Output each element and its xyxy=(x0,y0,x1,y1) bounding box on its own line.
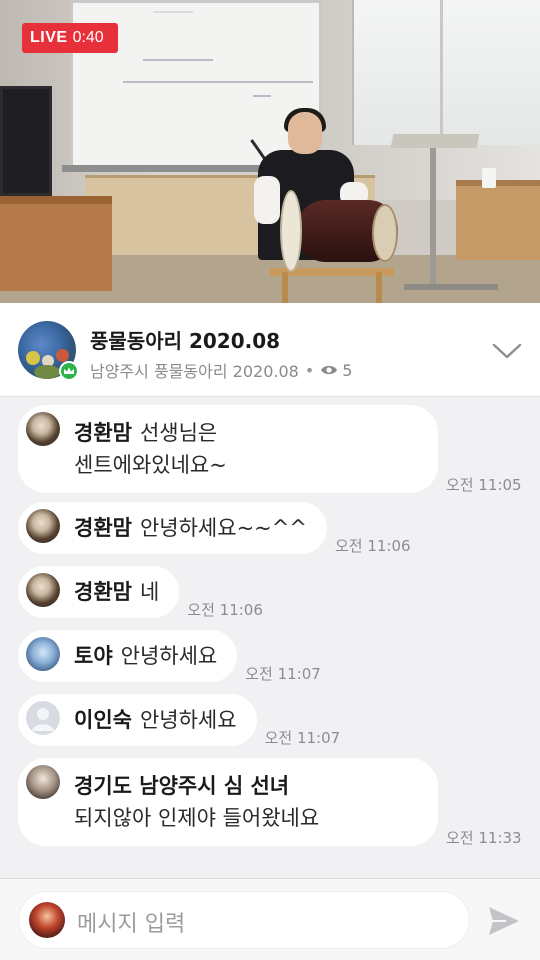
room-subtitle-row: 남양주시 풍물동아리 2020.08 • 5 xyxy=(90,358,352,382)
live-elapsed-time: 0:40 xyxy=(72,29,104,46)
room-title: 풍물동아리 2020.08 xyxy=(90,329,281,353)
chevron-down-icon[interactable] xyxy=(492,341,522,361)
message-time: 오전 11:07 xyxy=(245,665,321,683)
subtitle-separator: • xyxy=(304,360,315,380)
video-cup xyxy=(482,168,496,188)
message-time: 오전 11:06 xyxy=(187,601,263,619)
message-time: 오전 11:33 xyxy=(446,829,522,847)
message-text: 안녕하세요 xyxy=(120,644,218,668)
message-bubble[interactable]: 경환맘 안녕하세요~~^^ xyxy=(18,502,327,554)
message-bubble[interactable]: 경환맘 선생님은 센트에와있네요~ xyxy=(18,405,438,493)
video-lectern xyxy=(390,134,480,148)
message-time: 오전 11:07 xyxy=(264,729,341,747)
message-sender: 이인숙 xyxy=(74,708,132,732)
message-text: 안녕하세요 xyxy=(139,708,237,732)
chat-message[interactable]: 경환맘 선생님은 센트에와있네요~ 오전 11:05 xyxy=(18,405,522,494)
video-tv xyxy=(0,86,52,196)
user-avatar[interactable] xyxy=(26,412,60,446)
room-subtitle: 남양주시 풍물동아리 2020.08 xyxy=(90,362,299,381)
chat-message[interactable]: 경환맘 네 오전 11:06 xyxy=(18,566,263,619)
live-video[interactable]: LIVE 0:40 xyxy=(0,0,540,303)
live-badge: LIVE 0:40 xyxy=(22,23,118,53)
chat-message[interactable]: 이인숙 안녕하세요 오전 11:07 xyxy=(18,694,341,747)
message-text: 네 xyxy=(139,580,160,604)
message-bubble[interactable]: 경기도 남양주시 심 선녀 되지않아 인제야 들어왔네요 xyxy=(18,758,438,846)
message-input-placeholder[interactable]: 메시지 입력 xyxy=(77,906,185,938)
eye-icon xyxy=(320,363,338,377)
message-sender: 경환맘 xyxy=(74,421,132,445)
message-input[interactable]: 메시지 입력 xyxy=(18,891,470,949)
message-time: 오전 11:05 xyxy=(446,476,522,494)
message-sender: 토야 xyxy=(74,644,113,668)
viewer-count: 5 xyxy=(342,360,353,380)
chat-message-list[interactable]: 경환맘 선생님은 센트에와있네요~ 오전 11:05 경환맘 안녕하세요~~^^ 오… xyxy=(0,398,540,878)
message-input-bar: 메시지 입력 xyxy=(0,878,540,960)
chat-message[interactable]: 경기도 남양주시 심 선녀 되지않아 인제야 들어왔네요 오전 11:33 xyxy=(18,758,522,847)
room-header[interactable]: 풍물동아리 2020.08 남양주시 풍물동아리 2020.08 • 5 xyxy=(0,303,540,397)
chat-message[interactable]: 토야 안녕하세요 오전 11:07 xyxy=(18,630,321,683)
chat-message[interactable]: 경환맘 안녕하세요~~^^ 오전 11:06 xyxy=(18,502,411,555)
user-avatar[interactable] xyxy=(26,637,60,671)
message-bubble[interactable]: 이인숙 안녕하세요 xyxy=(18,694,257,746)
message-sender: 경환맘 xyxy=(74,580,132,604)
my-avatar[interactable] xyxy=(29,902,65,938)
user-avatar[interactable] xyxy=(26,509,60,543)
video-desk xyxy=(0,196,112,291)
user-avatar[interactable] xyxy=(26,573,60,607)
default-avatar-icon[interactable] xyxy=(26,701,60,735)
message-text: 되지않아 인제야 들어왔네요 xyxy=(74,806,320,830)
video-desk xyxy=(456,180,540,260)
live-label: LIVE xyxy=(30,29,68,46)
live-chat-screen: LIVE 0:40 풍물동아리 2020.08 남양주시 풍물동아리 2020.… xyxy=(0,0,540,960)
message-bubble[interactable]: 경환맘 네 xyxy=(18,566,180,618)
host-crown-icon xyxy=(59,361,79,381)
message-time: 오전 11:06 xyxy=(334,537,411,555)
message-text: 안녕하세요~~^^ xyxy=(139,516,307,540)
message-text: 선생님은 xyxy=(139,421,218,445)
send-icon[interactable] xyxy=(486,903,522,939)
message-sender: 경환맘 xyxy=(74,516,132,540)
message-bubble[interactable]: 토야 안녕하세요 xyxy=(18,630,238,682)
video-window xyxy=(352,0,540,145)
user-avatar[interactable] xyxy=(26,765,60,799)
message-sender: 경기도 남양주시 심 선녀 xyxy=(74,774,290,798)
message-text: 센트에와있네요~ xyxy=(74,453,227,477)
